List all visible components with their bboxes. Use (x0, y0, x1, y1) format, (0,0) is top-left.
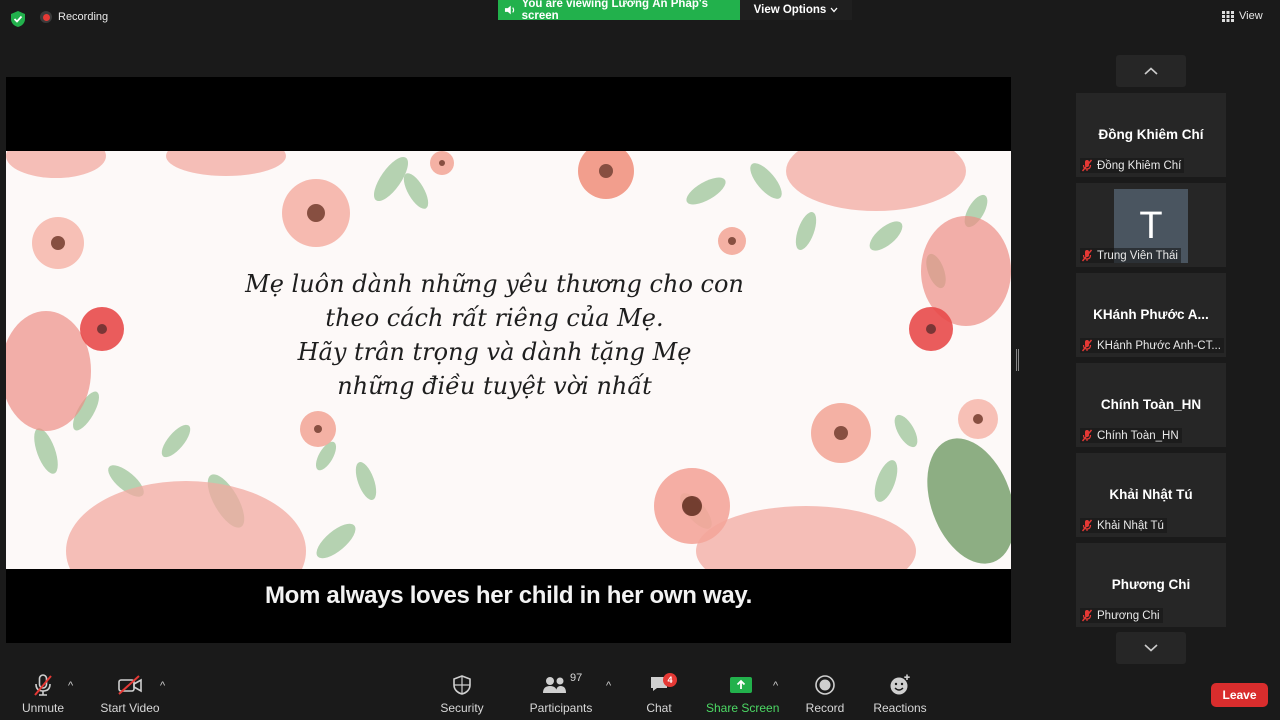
chevron-down-icon (1144, 644, 1158, 652)
start-video-button[interactable]: Start Video (98, 670, 162, 715)
participants-options-caret[interactable]: ^ (606, 680, 611, 692)
mic-muted-icon (1081, 339, 1093, 352)
poem-line: những điều tuyệt vời nhất (337, 372, 652, 400)
leave-button[interactable]: Leave (1211, 683, 1268, 707)
chat-label: Chat (646, 701, 672, 715)
mic-muted-icon (1081, 519, 1093, 532)
participant-label: Chính Toàn_HN (1080, 428, 1182, 443)
recording-indicator[interactable]: Recording (40, 11, 108, 23)
participant-name: Trung Viên Thái (1097, 249, 1178, 262)
slide-image: Mẹ luôn dành những yêu thương cho con th… (6, 151, 1011, 569)
viewing-text: You are viewing Lương Ấn Pháp's screen (521, 0, 708, 22)
participants-label: Participants (529, 701, 593, 715)
scroll-down-button[interactable] (1116, 632, 1186, 664)
record-label: Record (805, 701, 845, 715)
share-screen-label: Share Screen (706, 701, 780, 715)
recording-dot-icon (40, 11, 52, 23)
participant-tile[interactable]: Phương Chi Phương Chi (1076, 543, 1226, 627)
participant-display-name: Chính Toàn_HN (1100, 397, 1202, 412)
participant-name: Phương Chi (1097, 609, 1160, 622)
chevron-down-icon (830, 7, 838, 13)
sound-icon (504, 5, 515, 15)
participant-name: KHánh Phước Anh-CT... (1097, 339, 1221, 352)
participant-tile[interactable]: Chính Toàn_HN Chính Toàn_HN (1076, 363, 1226, 447)
mic-muted-icon (1081, 249, 1093, 262)
participant-name: Khải Nhật Tú (1097, 519, 1164, 532)
poem-line: theo cách rất riêng của Mẹ. (325, 304, 664, 332)
participant-tile[interactable]: KHánh Phước A... KHánh Phước Anh-CT... (1076, 273, 1226, 357)
participants-button[interactable]: 97 Participants (526, 670, 596, 715)
shared-screen[interactable]: Mẹ luôn dành những yêu thương cho con th… (6, 77, 1011, 643)
participant-label: Phương Chi (1080, 608, 1163, 623)
mic-muted-icon (1081, 159, 1093, 172)
participant-label: Trung Viên Thái (1080, 248, 1181, 263)
participant-label: KHánh Phước Anh-CT... (1080, 338, 1224, 353)
security-label: Security (440, 701, 484, 715)
viewing-banner: You are viewing Lương Ấn Pháp's screen (498, 0, 740, 22)
video-subtitle: Mom always loves her child in her own wa… (264, 582, 753, 609)
encryption-shield-icon[interactable] (10, 10, 26, 28)
participant-label: Khải Nhật Tú (1080, 518, 1167, 533)
share-screen-icon (730, 677, 752, 693)
participant-display-name: Phương Chi (1111, 577, 1191, 592)
share-options-caret[interactable]: ^ (773, 680, 778, 692)
scroll-up-button[interactable] (1116, 55, 1186, 87)
participant-name: Đồng Khiêm Chí (1097, 159, 1182, 172)
participant-display-name: KHánh Phước A... (1093, 307, 1209, 322)
participant-label: Đồng Khiêm Chí (1080, 158, 1185, 173)
record-icon (815, 675, 835, 695)
audio-options-caret[interactable]: ^ (68, 680, 73, 692)
unmute-button[interactable]: Unmute (14, 670, 72, 715)
security-icon (453, 675, 471, 695)
participant-name: Chính Toàn_HN (1097, 429, 1179, 442)
view-button[interactable]: View (1222, 10, 1263, 22)
start-video-label: Start Video (100, 701, 160, 715)
poem-line: Mẹ luôn dành những yêu thương cho con (245, 270, 744, 298)
mic-muted-icon (34, 674, 52, 696)
participant-tile[interactable]: Đồng Khiêm Chí Đồng Khiêm Chí (1076, 93, 1226, 177)
view-label: View (1239, 10, 1263, 22)
video-options-caret[interactable]: ^ (160, 680, 165, 692)
reactions-label: Reactions (873, 701, 927, 715)
share-screen-button[interactable]: Share Screen (706, 670, 780, 715)
chat-button[interactable]: 4 Chat (640, 670, 678, 715)
unmute-label: Unmute (21, 701, 65, 715)
slide-poem: Mẹ luôn dành những yêu thương cho con th… (6, 267, 1011, 403)
participant-tile[interactable]: T Trung Viên Thái (1076, 183, 1226, 267)
panel-resize-handle[interactable] (1016, 349, 1019, 371)
reactions-icon (890, 674, 910, 695)
security-button[interactable]: Security (436, 670, 488, 715)
chat-badge: 4 (663, 672, 677, 687)
video-off-icon (118, 675, 142, 695)
view-options-label: View Options (753, 4, 827, 16)
chevron-up-icon (1144, 67, 1158, 75)
participant-display-name: Khải Nhật Tú (1109, 487, 1193, 502)
participant-display-name: Đồng Khiêm Chí (1098, 127, 1204, 142)
poem-line: Hãy trân trọng và dành tặng Mẹ (297, 338, 692, 366)
participants-count: 97 (570, 672, 583, 684)
reactions-button[interactable]: Reactions (872, 670, 928, 715)
view-options-button[interactable]: View Options (740, 0, 852, 20)
participants-icon (543, 677, 566, 693)
participant-tile[interactable]: Khải Nhật Tú Khải Nhật Tú (1076, 453, 1226, 537)
mic-muted-icon (1081, 429, 1093, 442)
record-button[interactable]: Record (800, 670, 850, 715)
recording-label: Recording (58, 11, 109, 23)
mic-muted-icon (1081, 609, 1093, 622)
grid-icon (1222, 10, 1234, 22)
